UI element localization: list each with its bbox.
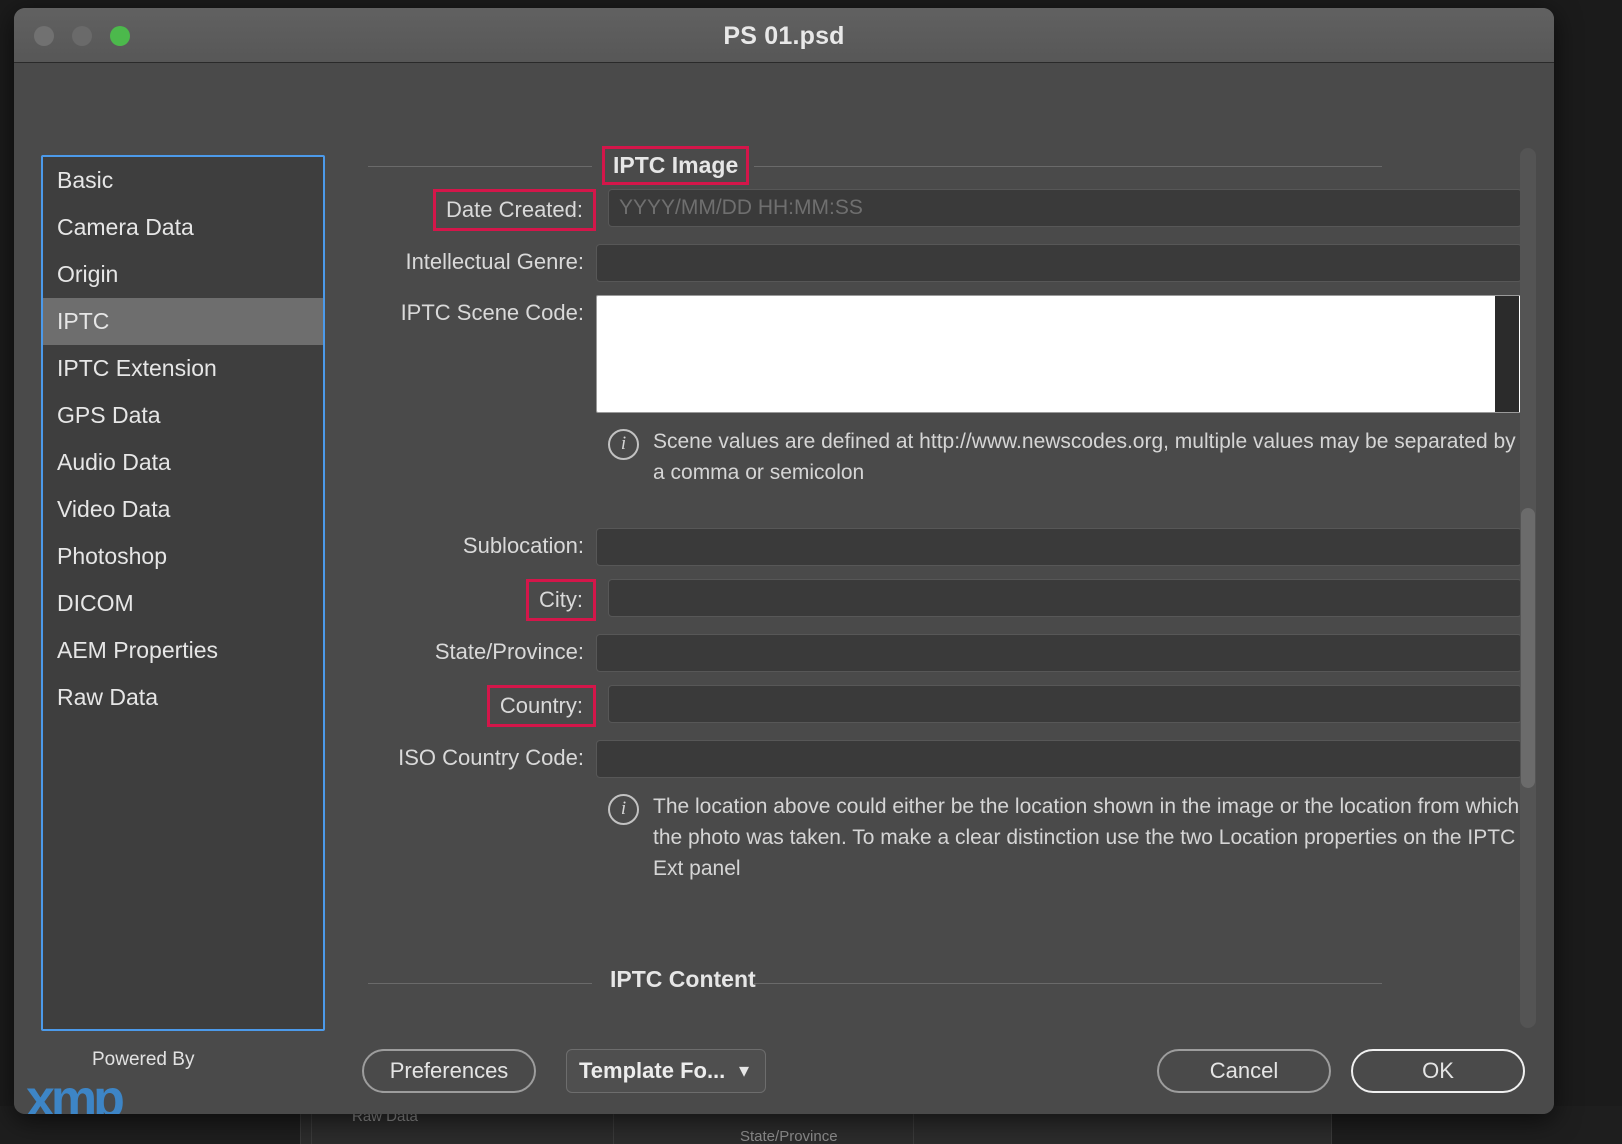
section-header-iptc-content: IPTC Content	[354, 960, 1522, 1006]
info-icon: i	[608, 429, 639, 460]
sidebar-item-gps-data[interactable]: GPS Data	[43, 392, 323, 439]
textarea-scrollbar[interactable]	[1495, 296, 1519, 412]
input-city[interactable]	[608, 579, 1522, 617]
sidebar-item-basic[interactable]: Basic	[43, 157, 323, 204]
title-bar: PS 01.psd	[14, 8, 1554, 63]
label-iso-country-code: ISO Country Code:	[398, 745, 584, 770]
input-sublocation[interactable]	[596, 528, 1522, 566]
row-iptc-scene-code: IPTC Scene Code:	[354, 295, 1522, 413]
window-title: PS 01.psd	[723, 22, 845, 50]
row-city: City:	[354, 579, 1522, 621]
metadata-form-panel: IPTC Image Date Created: YYYY/MM/DD HH:M…	[354, 143, 1522, 1033]
input-iptc-scene-code[interactable]	[596, 295, 1522, 413]
row-intellectual-genre: Intellectual Genre:	[354, 244, 1522, 282]
row-sublocation: Sublocation:	[354, 528, 1522, 566]
sidebar-item-iptc-extension[interactable]: IPTC Extension	[43, 345, 323, 392]
sidebar-item-raw-data[interactable]: Raw Data	[43, 674, 323, 721]
label-iptc-scene-code: IPTC Scene Code:	[400, 300, 584, 325]
template-folder-label: Template Fo...	[579, 1058, 726, 1083]
label-wrap-city: City:	[354, 579, 608, 621]
section-rule-right	[754, 166, 1382, 167]
sidebar-item-photoshop[interactable]: Photoshop	[43, 533, 323, 580]
input-date-created[interactable]: YYYY/MM/DD HH:MM:SS	[608, 189, 1522, 227]
section-title-iptc-content: IPTC Content	[610, 966, 756, 992]
label-country: Country:	[486, 685, 596, 727]
row-iso-country-code: ISO Country Code:	[354, 740, 1522, 778]
cancel-button[interactable]: Cancel	[1157, 1049, 1331, 1093]
section-rule-left	[368, 166, 592, 167]
input-country[interactable]	[608, 685, 1522, 723]
label-wrap-country: Country:	[354, 685, 608, 727]
background-text-state-province: State/Province	[740, 1128, 838, 1144]
sidebar-item-iptc[interactable]: IPTC	[43, 298, 323, 345]
label-sublocation: Sublocation:	[462, 533, 584, 558]
section-title-iptc-image: IPTC Image	[602, 146, 750, 185]
template-folder-dropdown[interactable]: Template Fo... ▾	[566, 1049, 766, 1093]
label-date-created: Date Created:	[433, 189, 596, 231]
sidebar-item-camera-data[interactable]: Camera Data	[43, 204, 323, 251]
sidebar-item-video-data[interactable]: Video Data	[43, 486, 323, 533]
section-header-iptc-image: IPTC Image	[354, 143, 1522, 189]
sidebar-item-audio-data[interactable]: Audio Data	[43, 439, 323, 486]
chevron-down-icon: ▾	[738, 1060, 749, 1082]
section-rule-right	[754, 983, 1382, 984]
input-iso-country-code[interactable]	[596, 740, 1522, 778]
preferences-button[interactable]: Preferences	[362, 1049, 536, 1093]
metadata-category-list[interactable]: Basic Camera Data Origin IPTC IPTC Exten…	[41, 155, 325, 1031]
label-intellectual-genre: Intellectual Genre:	[405, 249, 584, 274]
file-info-dialog: PS 01.psd Basic Camera Data Origin IPTC …	[14, 8, 1554, 1114]
screen: Raw Data State/Province PS 01.psd Basic …	[0, 0, 1622, 1144]
info-icon: i	[608, 794, 639, 825]
input-intellectual-genre[interactable]	[596, 244, 1522, 282]
note-location: i The location above could either be the…	[608, 791, 1522, 884]
dialog-body: Basic Camera Data Origin IPTC IPTC Exten…	[14, 63, 1554, 1114]
label-city: City:	[526, 579, 596, 621]
label-state-province: State/Province:	[434, 639, 584, 664]
row-state-province: State/Province:	[354, 634, 1522, 672]
dialog-footer: Preferences Template Fo... ▾ Cancel OK	[14, 1025, 1554, 1114]
row-country: Country:	[354, 685, 1522, 727]
ok-button[interactable]: OK	[1351, 1049, 1525, 1093]
note-location-text: The location above could either be the l…	[653, 795, 1520, 880]
note-scene-values: i Scene values are defined at http://www…	[608, 426, 1522, 488]
panel-scrollbar-thumb[interactable]	[1521, 508, 1535, 788]
note-scene-text: Scene values are defined at http://www.n…	[653, 430, 1516, 484]
panel-scrollbar[interactable]	[1520, 148, 1536, 1028]
label-wrap-date-created: Date Created:	[354, 189, 608, 231]
row-date-created: Date Created: YYYY/MM/DD HH:MM:SS	[354, 189, 1522, 231]
sidebar-item-origin[interactable]: Origin	[43, 251, 323, 298]
input-state-province[interactable]	[596, 634, 1522, 672]
section-rule-left	[368, 983, 592, 984]
sidebar-item-aem-properties[interactable]: AEM Properties	[43, 627, 323, 674]
sidebar-item-dicom[interactable]: DICOM	[43, 580, 323, 627]
